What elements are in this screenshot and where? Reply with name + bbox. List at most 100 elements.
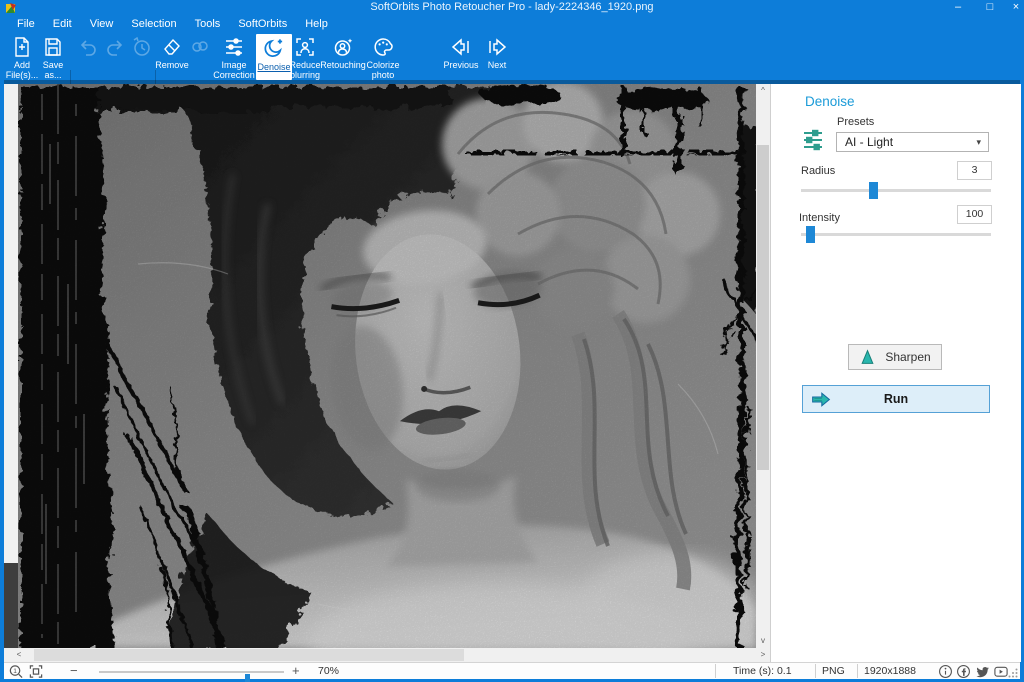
processing-time: Time (s): 0.1: [733, 665, 792, 677]
zoom-slider[interactable]: [99, 671, 284, 673]
radius-slider[interactable]: [801, 189, 991, 192]
title-bar: SoftOrbits Photo Retoucher Pro - lady-22…: [0, 0, 1024, 16]
next-label: Next: [482, 61, 512, 71]
menu-bar: File Edit View Selection Tools SoftOrbit…: [8, 16, 337, 33]
horizontal-scrollbar-thumb[interactable]: [34, 649, 464, 661]
image-correction-button[interactable]: Image Correction: [208, 34, 260, 80]
colorize-photo-button[interactable]: Colorize photo: [362, 34, 404, 80]
zoom-percent: 70%: [318, 665, 339, 677]
app-window: SoftOrbits Photo Retoucher Pro - lady-22…: [0, 0, 1024, 682]
facebook-icon[interactable]: [956, 664, 971, 679]
portrait-icon: [331, 34, 355, 60]
sharpen-button[interactable]: Sharpen: [848, 344, 942, 370]
save-as-button[interactable]: Save as...: [38, 34, 68, 80]
sharpen-triangle-icon: [859, 348, 876, 366]
sliders-icon: [222, 34, 246, 60]
zoom-fit-icon[interactable]: [28, 664, 44, 679]
zoom-slider-thumb[interactable]: [245, 674, 250, 682]
zoom-out-button[interactable]: −: [70, 663, 78, 678]
save-icon: [41, 34, 65, 60]
denoise-label: Denoise: [256, 63, 292, 73]
preset-dropdown[interactable]: AI - Light ▾: [836, 132, 989, 152]
vertical-scrollbar[interactable]: ^ v: [756, 84, 770, 648]
next-arrow-icon: [485, 34, 509, 60]
reduce-blurring-button[interactable]: Reduce blurring: [288, 34, 322, 80]
run-arrow-icon: [811, 391, 831, 408]
chevron-down-icon: ▾: [976, 133, 981, 152]
presets-icon: [801, 128, 825, 152]
photo-canvas[interactable]: [18, 84, 756, 648]
youtube-icon[interactable]: [993, 664, 1009, 679]
radius-value-field[interactable]: 3: [957, 161, 992, 180]
focus-person-icon: [293, 34, 317, 60]
scroll-down-icon[interactable]: v: [756, 634, 770, 648]
retouching-button[interactable]: Retouching: [318, 34, 368, 80]
run-label: Run: [884, 392, 908, 406]
palette-icon: [371, 34, 395, 60]
sharpen-label: Sharpen: [885, 350, 930, 364]
file-format: PNG: [822, 665, 845, 677]
menu-file[interactable]: File: [8, 16, 44, 33]
colorize-photo-label: Colorize photo: [362, 61, 404, 80]
twitter-icon[interactable]: [974, 664, 990, 679]
scroll-right-icon[interactable]: >: [756, 648, 770, 662]
undo-button: [74, 34, 102, 80]
status-separator: [857, 664, 858, 678]
vertical-scrollbar-thumb[interactable]: [757, 145, 769, 470]
eraser-icon: [160, 34, 184, 60]
scroll-left-icon[interactable]: <: [12, 648, 26, 662]
image-dimensions: 1920x1888: [864, 665, 916, 677]
info-icon[interactable]: [938, 664, 953, 679]
next-button[interactable]: Next: [482, 34, 512, 80]
menu-help[interactable]: Help: [296, 16, 337, 33]
previous-label: Previous: [440, 61, 482, 71]
status-separator: [815, 664, 816, 678]
preset-value: AI - Light: [845, 135, 893, 149]
svg-text:1: 1: [13, 668, 17, 675]
resize-grip[interactable]: [1008, 668, 1018, 678]
minimize-button[interactable]: –: [944, 0, 972, 16]
history-icon: [130, 34, 154, 60]
canvas-left-gutter-dark: [4, 563, 18, 648]
moon-icon: [261, 34, 287, 62]
menu-selection[interactable]: Selection: [122, 16, 185, 33]
intensity-label: Intensity: [799, 212, 840, 224]
intensity-value-field[interactable]: 100: [957, 205, 992, 224]
redo-icon: [103, 34, 127, 60]
previous-arrow-icon: [449, 34, 473, 60]
maximize-button[interactable]: □: [976, 0, 1004, 16]
photo-image: [18, 84, 756, 648]
menu-view[interactable]: View: [81, 16, 123, 33]
save-as-label: Save as...: [38, 61, 68, 80]
denoise-panel: Denoise Presets AI - Light ▾ Radius 3 In…: [770, 84, 1021, 662]
zoom-actual-size-icon[interactable]: 1: [8, 664, 24, 679]
undo-icon: [76, 34, 100, 60]
menu-tools[interactable]: Tools: [186, 16, 230, 33]
intensity-slider-thumb[interactable]: [806, 226, 815, 243]
radius-label: Radius: [801, 165, 835, 177]
redo-button: [101, 34, 129, 80]
image-correction-label: Image Correction: [208, 61, 260, 80]
previous-button[interactable]: Previous: [440, 34, 482, 80]
toolbar: Add File(s)... Save as...: [0, 33, 1024, 80]
panel-title: Denoise: [805, 94, 855, 109]
zoom-in-button[interactable]: +: [292, 663, 300, 678]
denoise-button[interactable]: Denoise: [256, 34, 292, 80]
canvas-left-gutter: [4, 84, 18, 563]
add-files-label: Add File(s)...: [3, 61, 41, 80]
run-button[interactable]: Run: [802, 385, 990, 413]
close-button[interactable]: ×: [1002, 0, 1024, 16]
horizontal-scrollbar[interactable]: <: [4, 648, 756, 662]
window-title: SoftOrbits Photo Retoucher Pro - lady-22…: [0, 1, 1024, 13]
status-bar: 1 − + 70% Time (s): 0.1 PNG 1920x1888: [4, 662, 1020, 679]
retouching-label: Retouching: [318, 61, 368, 71]
menu-edit[interactable]: Edit: [44, 16, 81, 33]
add-files-button[interactable]: Add File(s)...: [3, 34, 41, 80]
intensity-slider[interactable]: [801, 233, 991, 236]
presets-label: Presets: [837, 116, 874, 128]
radius-slider-thumb[interactable]: [869, 182, 878, 199]
scroll-up-icon[interactable]: ^: [756, 84, 770, 98]
reduce-blurring-label: Reduce blurring: [288, 61, 322, 80]
menu-softorbits[interactable]: SoftOrbits: [229, 16, 296, 33]
status-separator: [715, 664, 716, 678]
